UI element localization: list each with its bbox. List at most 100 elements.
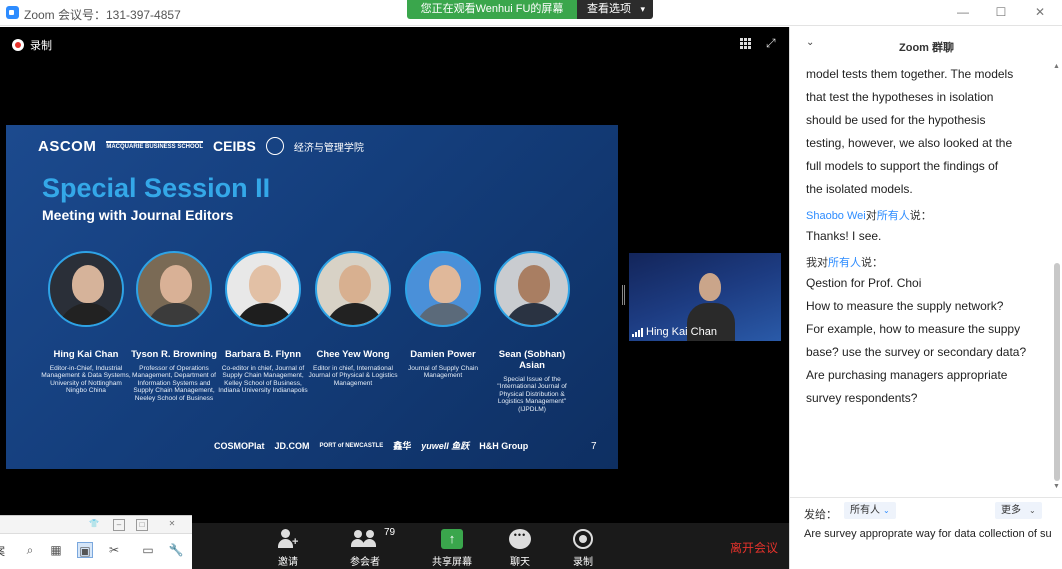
- split-handle[interactable]: [622, 285, 625, 305]
- view-options-button[interactable]: 查看选项 ▾: [577, 0, 653, 19]
- chat-input[interactable]: Are survey approprate way for data colle…: [804, 527, 1052, 561]
- chat-header: ⌄ Zoom 群聊: [790, 27, 1062, 61]
- title-bar: Zoom 会议号：131-397-4857 您正在观看Wenhui FU的屏幕 …: [0, 0, 1062, 26]
- chat-button[interactable]: ••• 聊天: [493, 529, 547, 568]
- message-line: base? use the survey or secondary data?: [806, 345, 1027, 359]
- share-screen-icon: ↑: [441, 529, 463, 549]
- editor-card: Damien Power Journal of Supply Chain Man…: [398, 251, 488, 380]
- recipient-value: 所有人: [850, 505, 880, 516]
- message-line: Are purchasing managers appropriate: [806, 368, 1008, 382]
- editor-photo: [136, 251, 212, 327]
- editor-photo: [225, 251, 301, 327]
- battery-icon[interactable]: ▭: [140, 542, 156, 558]
- zoom-window: Zoom 会议号：131-397-4857 您正在观看Wenhui FU的屏幕 …: [0, 0, 1062, 569]
- scissors-icon[interactable]: ✂: [106, 542, 122, 558]
- editor-desc: Special Issue of the "International Jour…: [497, 376, 567, 413]
- scrollbar-thumb[interactable]: [1054, 263, 1060, 481]
- shirt-icon[interactable]: 👕: [88, 519, 100, 531]
- sponsor-logo: H&H Group: [479, 440, 529, 451]
- sponsor-logos: COSMOPlat JD.COM PORT of NEWCASTLE 鑫华 yu…: [214, 439, 528, 452]
- editor-name: Sean (Sobhan) Asian: [498, 349, 566, 371]
- sender-name[interactable]: Shaobo Wei: [806, 210, 866, 222]
- slide-subtitle: Meeting with Journal Editors: [42, 207, 234, 223]
- editor-card: Sean (Sobhan) Asian Special Issue of the…: [487, 251, 577, 413]
- editor-photo: [494, 251, 570, 327]
- message-line: For example, how to measure the suppy: [806, 322, 1021, 336]
- close-icon[interactable]: ✕: [166, 519, 178, 531]
- recipient-name[interactable]: 所有人: [877, 210, 910, 222]
- editor-name: Hing Kai Chan: [53, 349, 119, 360]
- message-line: should be used for the hypothesis: [806, 113, 986, 127]
- speaker-name: Hing Kai Chan: [646, 326, 717, 338]
- message-line: testing, however, we also looked at the: [806, 136, 1013, 150]
- participants-label: 参会者: [350, 557, 380, 568]
- sponsor-logo: JD.COM: [274, 440, 310, 451]
- message-line: survey respondents?: [806, 391, 918, 405]
- sponsor-logo: yuwell 鱼跃: [421, 441, 470, 451]
- recording-indicator[interactable]: 录制: [12, 37, 52, 53]
- minimize-icon[interactable]: –: [113, 519, 125, 531]
- message-line: the isolated models.: [806, 182, 913, 196]
- sponsor-logo: PORT of NEWCASTLE: [319, 442, 384, 449]
- gallery-view-icon[interactable]: [740, 38, 751, 49]
- restore-icon[interactable]: □: [136, 519, 148, 531]
- more-button[interactable]: 更多 ⌄: [995, 502, 1042, 519]
- chat-icon: •••: [509, 529, 531, 549]
- screenshot-icon[interactable]: ▣: [77, 542, 93, 558]
- editor-photo: [315, 251, 391, 327]
- participants-count: 79: [384, 527, 396, 538]
- maximize-button[interactable]: ☐: [991, 4, 1011, 20]
- chevron-down-icon: ⌄: [883, 506, 890, 515]
- record-button[interactable]: 录制: [556, 529, 610, 568]
- invite-label: 邀请: [278, 557, 298, 568]
- chevron-down-icon: ⌄: [1029, 506, 1036, 515]
- school-seal-icon: [265, 137, 284, 155]
- scroll-down-icon[interactable]: ▼: [1053, 483, 1061, 491]
- chat-panel: ⌄ Zoom 群聊 model tests them together. The…: [789, 27, 1062, 569]
- meeting-area: 录制 ⤢ ASCOM MACQUARIE BUSINESS SCHOOL CEI…: [0, 27, 789, 569]
- minimize-button[interactable]: —: [953, 4, 973, 20]
- editor-photo: [48, 251, 124, 327]
- signal-strength-icon: [632, 327, 644, 337]
- editor-card: Barbara B. Flynn Co-editor in chief, Jou…: [218, 251, 308, 395]
- record-label: 录制: [573, 557, 593, 568]
- participants-icon: 79: [351, 527, 395, 549]
- speaker-video[interactable]: Hing Kai Chan: [629, 253, 781, 341]
- chat-footer: 发给： 所有人 ⌄ 更多 ⌄ Are survey approprate way f…: [790, 497, 1062, 569]
- editor-name: Barbara B. Flynn: [224, 349, 302, 360]
- slide-title: Special Session II: [42, 173, 271, 203]
- recording-label: 录制: [30, 40, 52, 52]
- editor-card: Hing Kai Chan Editor-in-Chief, Industria…: [41, 251, 131, 395]
- search-icon[interactable]: ⌕: [22, 542, 38, 558]
- chevron-down-icon: ▾: [640, 4, 645, 14]
- editor-name: Tyson R. Browning: [131, 349, 217, 360]
- school-logo-text: 经济与管理学院: [293, 142, 364, 154]
- message-line: Qestion for Prof. Choi: [806, 276, 922, 290]
- chat-title: Zoom 群聊: [899, 42, 954, 54]
- macquarie-logo: MACQUARIE BUSINESS SCHOOL: [106, 141, 204, 151]
- add-user-icon: +: [277, 529, 299, 549]
- sponsor-logo: 鑫华: [393, 441, 412, 451]
- scroll-up-icon[interactable]: ▲: [1053, 63, 1061, 71]
- share-screen-label: 共享屏幕: [432, 557, 472, 568]
- share-banner: 您正在观看Wenhui FU的屏幕 查看选项 ▾: [407, 0, 653, 19]
- message-sender: Shaobo Wei对所有人说：: [806, 210, 932, 222]
- message-line: Thanks! I see.: [806, 229, 882, 243]
- fullscreen-icon[interactable]: ⤢: [766, 37, 778, 49]
- participants-button[interactable]: 79 参会者: [338, 527, 395, 568]
- recipient-select[interactable]: 所有人 ⌄: [844, 502, 896, 519]
- editor-desc: Editor in chief, International Journal o…: [308, 365, 398, 387]
- leave-meeting-button[interactable]: 离开会议: [730, 539, 778, 556]
- shared-slide: ASCOM MACQUARIE BUSINESS SCHOOL CEIBS 经济…: [6, 125, 618, 469]
- invite-button[interactable]: + 邀请: [261, 529, 315, 568]
- slide-logos: ASCOM MACQUARIE BUSINESS SCHOOL CEIBS 经济…: [38, 137, 364, 155]
- wrench-icon[interactable]: 🔧: [168, 542, 184, 558]
- grid-icon[interactable]: ▦: [48, 542, 64, 558]
- close-button[interactable]: ✕: [1030, 4, 1050, 20]
- ceibs-logo: CEIBS: [213, 138, 256, 154]
- share-screen-button[interactable]: ↑ 共享屏幕: [425, 529, 479, 568]
- editor-desc: Journal of Supply Chain Management: [407, 365, 478, 380]
- recipient-name[interactable]: 所有人: [828, 257, 861, 269]
- chat-scrollbar[interactable]: ▲ ▼: [1053, 63, 1061, 493]
- meeting-controls: + 邀请 79 参会者 ↑ 共享屏幕 ••• 聊天 录制 离开会议: [192, 523, 789, 569]
